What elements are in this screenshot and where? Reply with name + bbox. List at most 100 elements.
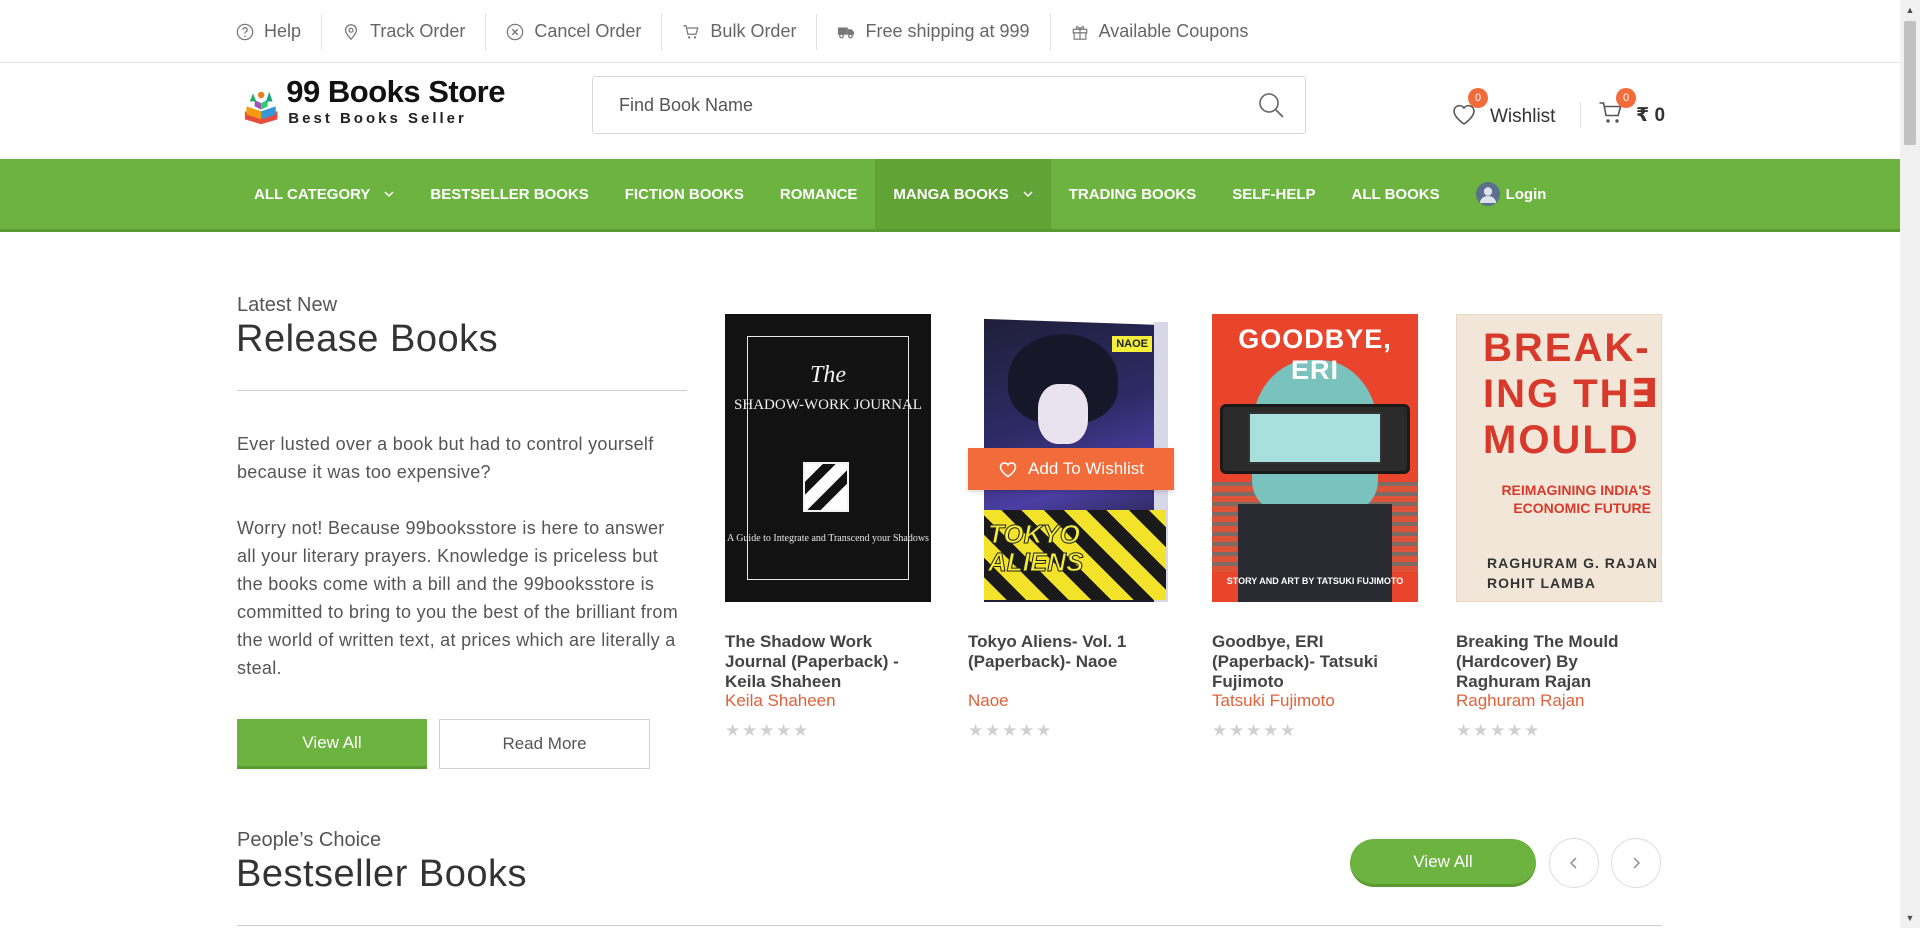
heart-icon: [999, 462, 1017, 478]
search-box: [592, 76, 1306, 134]
chevron-left-icon: [1570, 857, 1577, 869]
chevron-right-icon: [1633, 857, 1640, 869]
bulk-order-link[interactable]: Bulk Order: [662, 13, 818, 50]
top-utility-links: Help Track Order Cancel Order Bulk Order…: [236, 0, 1268, 63]
carousel-prev-button[interactable]: [1549, 838, 1599, 888]
help-circle-icon: [236, 23, 254, 40]
star-icon: ★: [1263, 721, 1279, 740]
star-icon: ★: [985, 721, 1001, 740]
bulk-order-label: Bulk Order: [710, 21, 797, 41]
release-body-paragraph: Worry not! Because 99booksstore is here …: [237, 518, 679, 678]
map-pin-icon: [345, 23, 358, 40]
release-title: Release Books: [236, 318, 499, 360]
book-title[interactable]: Tokyo Aliens- Vol. 1 (Paperback)- Naoe: [968, 632, 1174, 692]
cart-total-label: ₹ 0: [1636, 105, 1666, 126]
nav-item-label: TRADING BOOKS: [1068, 185, 1197, 203]
search-icon[interactable]: [1257, 91, 1285, 119]
wishlist-link[interactable]: 0 Wishlist: [1450, 88, 1556, 133]
read-more-button[interactable]: Read More: [439, 719, 650, 769]
nav-item-all-books[interactable]: ALL BOOKS: [1334, 159, 1458, 229]
nav-item-trading-books[interactable]: TRADING BOOKS: [1051, 159, 1215, 229]
book-title[interactable]: Breaking The Mould (Hardcover) By Raghur…: [1456, 632, 1662, 692]
bestseller-title: Bestseller Books: [236, 853, 528, 895]
book-cover[interactable]: BREAK- ING TH∃ MOULD REIMAGINING INDIA'S…: [1456, 314, 1662, 602]
track-order-link[interactable]: Track Order: [322, 13, 487, 50]
cover-emblem: [803, 462, 849, 512]
book-author[interactable]: Tatsuki Fujimoto: [1212, 691, 1418, 711]
free-shipping-label: Free shipping at 999: [865, 21, 1030, 41]
cover-art: [1038, 384, 1088, 444]
book-author[interactable]: Naoe: [968, 691, 1174, 711]
wishlist-count-badge: 0: [1468, 88, 1488, 108]
star-icon: ★: [793, 721, 809, 740]
star-icon: ★: [1490, 721, 1506, 740]
bestseller-divider: [237, 925, 1662, 926]
cover-text: REIMAGINING INDIA'S ECONOMIC FUTURE: [1501, 482, 1651, 516]
cover-text: A Guide to Integrate and Transcend your …: [727, 533, 929, 544]
site-header: 99 Books Store Best Books Seller 0 Wishl…: [0, 64, 1900, 159]
book-author[interactable]: Keila Shaheen: [725, 691, 931, 711]
nav-item-label: MANGA BOOKS: [893, 185, 1009, 203]
book-cover[interactable]: The SHADOW-WORK JOURNAL A Guide to Integ…: [725, 314, 931, 602]
star-icon: ★: [1019, 721, 1035, 740]
book-card: The SHADOW-WORK JOURNAL A Guide to Integ…: [725, 314, 931, 739]
available-coupons-link[interactable]: Available Coupons: [1051, 14, 1269, 50]
star-rating: ★ ★ ★ ★ ★: [968, 721, 1174, 740]
book-author[interactable]: Raghuram Rajan: [1456, 691, 1662, 711]
free-shipping-link[interactable]: Free shipping at 999: [817, 13, 1051, 50]
cover-art: [1248, 412, 1382, 464]
logo-title: 99 Books Store: [286, 74, 505, 109]
release-intro-paragraph: Ever lusted over a book but had to contr…: [237, 434, 654, 482]
carousel-next-button[interactable]: [1611, 838, 1661, 888]
cover-text: BREAK- ING TH∃ MOULD: [1483, 326, 1660, 462]
nav-item-bestseller-books[interactable]: BESTSELLER BOOKS: [412, 159, 606, 229]
header-divider: [1580, 102, 1581, 128]
release-kicker: Latest New: [237, 294, 338, 316]
gift-icon: [1072, 25, 1087, 40]
release-view-all-button[interactable]: View All: [237, 719, 427, 769]
book-title[interactable]: The Shadow Work Journal (Paperback) - Ke…: [725, 632, 931, 692]
star-icon: ★: [1246, 721, 1262, 740]
help-link[interactable]: Help: [236, 13, 323, 50]
nav-item-label: FICTION BOOKS: [624, 185, 744, 203]
book-card: BREAK- ING TH∃ MOULD REIMAGINING INDIA'S…: [1456, 314, 1662, 739]
scroll-up-icon[interactable]: ▲: [1900, 0, 1920, 20]
book-title[interactable]: Goodbye, ERI (Paperback)- Tatsuki Fujimo…: [1212, 632, 1418, 692]
page-scrollbar[interactable]: ▲ ▼: [1900, 0, 1920, 928]
wishlist-label: Wishlist: [1490, 105, 1556, 127]
site-logo[interactable]: 99 Books Store Best Books Seller: [240, 74, 505, 144]
chevron-down-icon: [384, 191, 394, 198]
nav-item-self-help[interactable]: SELF-HELP: [1214, 159, 1333, 229]
star-icon: ★: [1229, 721, 1245, 740]
search-input[interactable]: [593, 77, 1233, 133]
cart-icon: [683, 24, 700, 39]
login-label: Login: [1505, 185, 1547, 203]
cancel-order-link[interactable]: Cancel Order: [486, 13, 663, 50]
book-card: GOODBYE, ERI STORY AND ART BY TATSUKI FU…: [1212, 314, 1418, 739]
nav-item-manga-books[interactable]: MANGA BOOKS: [875, 159, 1051, 229]
cover-text: SHADOW-WORK JOURNAL: [734, 397, 922, 413]
available-coupons-label: Available Coupons: [1098, 21, 1249, 41]
cancel-order-label: Cancel Order: [534, 21, 642, 41]
star-rating: ★ ★ ★ ★ ★: [1456, 721, 1662, 740]
nav-item-all-category[interactable]: ALL CATEGORY: [236, 159, 412, 229]
cancel-circle-icon: [507, 23, 524, 40]
scrollbar-thumb[interactable]: [1904, 21, 1916, 145]
cart-link[interactable]: 0 ₹ 0: [1598, 88, 1666, 131]
nav-item-label: ALL CATEGORY: [254, 185, 371, 203]
scroll-down-icon[interactable]: ▼: [1900, 908, 1920, 928]
cover-text: The: [810, 362, 846, 388]
nav-item-romance[interactable]: ROMANCE: [762, 159, 876, 229]
help-label: Help: [264, 21, 302, 41]
add-to-wishlist-button[interactable]: Add To Wishlist: [968, 448, 1174, 490]
cover-text: GOODBYE, ERI: [1238, 324, 1392, 385]
nav-items: ALL CATEGORY BESTSELLER BOOKS FICTION BO…: [236, 159, 1564, 229]
nav-item-login[interactable]: Login: [1458, 159, 1565, 229]
nav-item-fiction-books[interactable]: FICTION BOOKS: [607, 159, 762, 229]
nav-item-label: BESTSELLER BOOKS: [430, 185, 589, 203]
cover-text: TOKYO ALIENS: [988, 519, 1084, 577]
cover-text: STORY AND ART BY TATSUKI FUJIMOTO: [1226, 576, 1404, 586]
book-cover[interactable]: GOODBYE, ERI STORY AND ART BY TATSUKI FU…: [1212, 314, 1418, 602]
track-order-label: Track Order: [370, 21, 466, 41]
bestseller-view-all-button[interactable]: View All: [1350, 839, 1536, 887]
